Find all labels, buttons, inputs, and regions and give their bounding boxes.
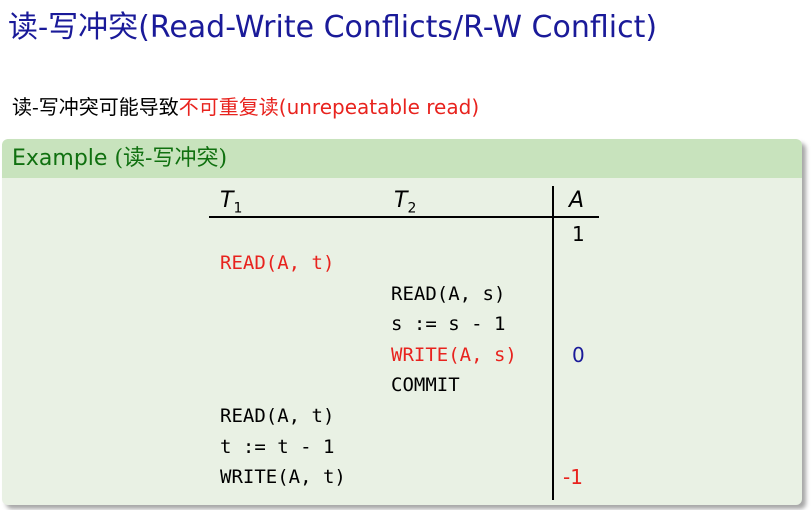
slide-title-zh: 读-写冲突 xyxy=(8,10,139,45)
initial-a-value: 1 xyxy=(572,222,585,246)
intro-highlight: 不可重复读 xyxy=(178,95,279,119)
t2-op-1: READ(A, s) xyxy=(391,283,506,305)
intro-sentence: 读-写冲突可能导致不可重复读(unrepeatable read) xyxy=(12,91,479,120)
slide-title: 读-写冲突(Read-Write Conflicts/R-W Conflict) xyxy=(8,2,657,46)
example-block: Example (读-写冲突) T1 T2 A 1 READ(A, t) READ… xyxy=(2,139,802,505)
header-a: A xyxy=(569,188,585,213)
a-value-7: -1 xyxy=(563,465,583,489)
t2-op-4: COMMIT xyxy=(391,374,460,396)
header-t2: T2 xyxy=(394,188,417,217)
a-value-3: 0 xyxy=(572,343,585,367)
column-divider xyxy=(552,186,554,500)
t2-op-2: s := s - 1 xyxy=(391,313,506,335)
t1-op-0: READ(A, t) xyxy=(220,252,335,274)
t1-op-7: WRITE(A, t) xyxy=(220,466,346,488)
intro-suffix: (unrepeatable read) xyxy=(278,95,480,119)
slide-title-en: (Read-Write Conflicts/R-W Conflict) xyxy=(138,10,658,45)
header-rule xyxy=(209,216,599,218)
intro-prefix: 读-写冲突可能导致 xyxy=(12,95,179,119)
schedule-table: T1 T2 A 1 READ(A, t) READ(A, s) s := s - 1… xyxy=(2,139,802,505)
t1-op-5: READ(A, t) xyxy=(220,405,335,427)
t1-op-6: t := t - 1 xyxy=(220,436,335,458)
t2-op-3: WRITE(A, s) xyxy=(391,344,517,366)
header-t1: T1 xyxy=(220,188,243,217)
